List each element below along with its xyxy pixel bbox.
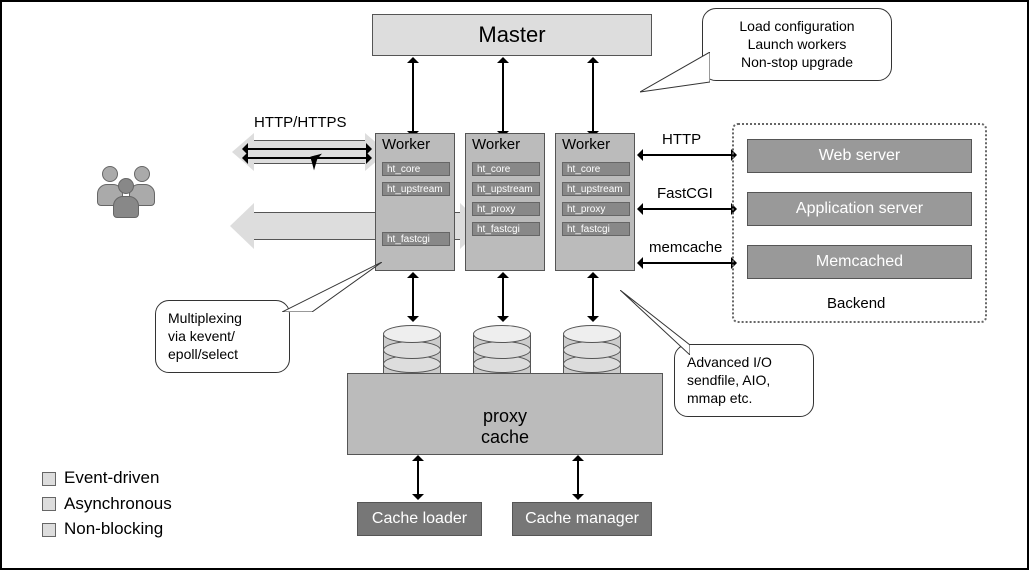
legend-item-1: Asynchronous <box>42 491 172 517</box>
proto-fastcgi-label: FastCGI <box>657 185 713 202</box>
io-tail <box>620 290 690 355</box>
worker-1-title: Worker <box>382 136 430 153</box>
arrow-cache-manager <box>577 460 579 495</box>
legend-square-icon <box>42 472 56 486</box>
arrow-head-left-2 <box>230 203 254 249</box>
arrow-master-worker-2 <box>502 62 504 132</box>
legend-square-icon <box>42 523 56 537</box>
legend-square-icon <box>42 497 56 511</box>
backend-web-server: Web server <box>747 139 972 173</box>
worker-3-mod-2: ht_proxy <box>562 202 630 216</box>
mux-tail <box>282 262 382 312</box>
worker-1-mod-3: ht_fastcgi <box>382 232 450 246</box>
master-box: Master <box>372 14 652 56</box>
mux-callout: Multiplexing via kevent/ epoll/select <box>155 300 290 373</box>
proto-http-label: HTTP <box>662 131 701 148</box>
arrow-master-worker-3 <box>592 62 594 132</box>
http-https-label: HTTP/HTTPS <box>254 114 347 131</box>
arrow-master-worker-1 <box>412 62 414 132</box>
arrow-http <box>642 154 732 156</box>
arrow-cache-loader <box>417 460 419 495</box>
arrow-memcache <box>642 262 732 264</box>
worker-3: Worker ht_core ht_upstream ht_proxy ht_f… <box>555 133 635 271</box>
worker-3-title: Worker <box>562 136 610 153</box>
arrow-worker-cache-3 <box>592 277 594 317</box>
thin-arrow-1a <box>247 148 367 150</box>
legend-item-0: Event-driven <box>42 465 172 491</box>
worker-2-title: Worker <box>472 136 520 153</box>
thin-arrow-1b <box>247 157 367 159</box>
proxy-cache-box: proxy cache <box>347 373 663 455</box>
legend-item-2: Non-blocking <box>42 516 172 542</box>
legend: Event-driven Asynchronous Non-blocking <box>42 465 172 542</box>
cache-loader-box: Cache loader <box>357 502 482 536</box>
worker-1: Worker ht_core ht_upstream ht_fastcgi <box>375 133 455 271</box>
worker-2-mod-3: ht_fastcgi <box>472 222 540 236</box>
worker-1-mod-1: ht_upstream <box>382 182 450 196</box>
cache-manager-box: Cache manager <box>512 502 652 536</box>
worker-3-mod-1: ht_upstream <box>562 182 630 196</box>
backend-app-server: Application server <box>747 192 972 226</box>
backend-memcached: Memcached <box>747 245 972 279</box>
callout-tail <box>640 52 710 102</box>
client-arrow-1 <box>252 140 367 164</box>
backend-label: Backend <box>827 295 885 312</box>
worker-3-mod-3: ht_fastcgi <box>562 222 630 236</box>
worker-1-mod-0: ht_core <box>382 162 450 176</box>
worker-2-mod-1: ht_upstream <box>472 182 540 196</box>
arrow-worker-cache-1 <box>412 277 414 317</box>
users-icon <box>97 162 167 232</box>
worker-2: Worker ht_core ht_upstream ht_proxy ht_f… <box>465 133 545 271</box>
arrow-worker-cache-2 <box>502 277 504 317</box>
worker-2-mod-0: ht_core <box>472 162 540 176</box>
worker-3-mod-0: ht_core <box>562 162 630 176</box>
arrow-fastcgi <box>642 208 732 210</box>
master-callout: Load configuration Launch workers Non-st… <box>702 8 892 81</box>
io-callout: Advanced I/O sendfile, AIO, mmap etc. <box>674 344 814 417</box>
proto-memcache-label: memcache <box>649 239 722 256</box>
worker-2-mod-2: ht_proxy <box>472 202 540 216</box>
